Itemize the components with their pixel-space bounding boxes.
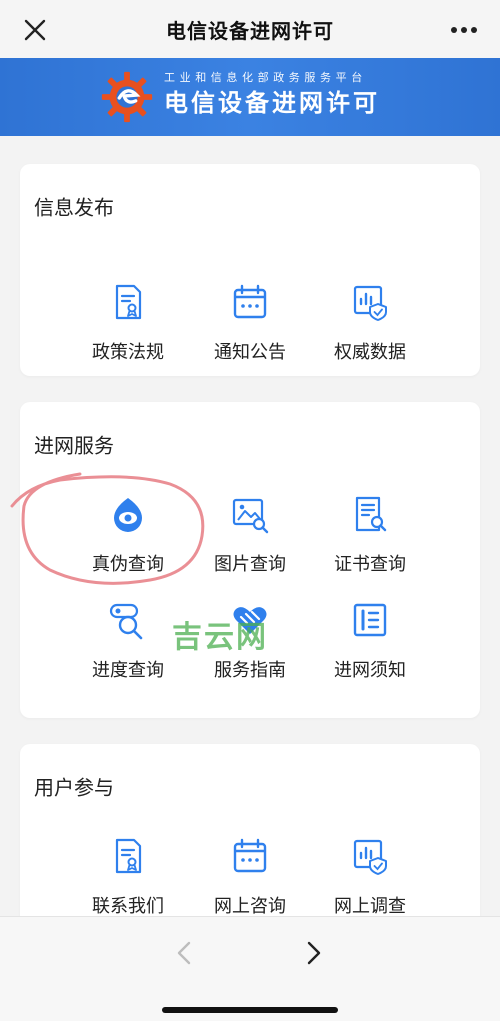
bottom-nav-bar — [0, 916, 500, 1021]
forward-button[interactable] — [296, 935, 332, 971]
calendar-icon — [233, 284, 267, 319]
calendar-icon — [233, 838, 267, 873]
eye-drop-icon — [114, 498, 142, 532]
grid-item-progress[interactable]: 进度查询 — [68, 600, 188, 682]
grid-item-authenticity[interactable]: 真伪查询 — [68, 494, 188, 576]
image-search-icon — [232, 498, 269, 534]
grid-item-label: 服务指南 — [214, 660, 286, 681]
grid-item-consult[interactable]: 网上咨询 — [190, 836, 310, 916]
policy-document-icon — [115, 838, 142, 874]
header-banner: 工业和信息化部政务服务平台 电信设备进网许可 — [0, 58, 500, 136]
grid-item-policy[interactable]: 政策法规 — [68, 282, 188, 364]
section-title: 进网服务 — [34, 433, 114, 458]
banner-title: 电信设备进网许可 — [164, 89, 380, 117]
section-network-service: 进网服务 真伪查询 图片查询 证书查询 进度查询 服务指南 进网须知 — [20, 402, 480, 718]
grid-item-data[interactable]: 权威数据 — [310, 282, 430, 364]
more-options-button[interactable] — [444, 13, 484, 47]
chevron-right-icon — [307, 941, 321, 965]
policy-document-icon — [115, 284, 142, 320]
grid-item-label: 网上调查 — [334, 896, 406, 916]
section-info-release: 信息发布 政策法规 通知公告 权威数据 — [20, 164, 480, 376]
chevron-left-icon — [177, 941, 191, 965]
section-user-participation: 用户参与 联系我们 网上咨询 网上调查 — [20, 744, 480, 916]
grid-item-label: 进度查询 — [92, 660, 164, 681]
grid-item-label: 图片查询 — [214, 554, 286, 575]
back-button[interactable] — [166, 935, 202, 971]
home-indicator[interactable] — [162, 1007, 338, 1013]
data-shield-icon — [353, 285, 387, 321]
grid-item-label: 权威数据 — [334, 342, 406, 363]
section-title: 用户参与 — [34, 775, 114, 800]
heart-hands-icon — [233, 607, 267, 634]
grid-item-label: 网上咨询 — [214, 896, 286, 916]
grid-item-label: 进网须知 — [334, 660, 406, 681]
main-content[interactable]: 信息发布 政策法规 通知公告 权威数据 进网服务 真伪查询 图片查询 证书查询 … — [0, 136, 500, 916]
grid-item-label: 证书查询 — [334, 554, 406, 575]
notice-list-icon — [353, 603, 387, 637]
grid-item-label: 联系我们 — [92, 896, 164, 916]
grid-item-label: 政策法规 — [92, 342, 164, 363]
grid-item-label: 通知公告 — [214, 342, 286, 363]
close-button[interactable] — [18, 13, 52, 47]
grid-item-contact[interactable]: 联系我们 — [68, 836, 188, 916]
close-icon — [24, 19, 46, 41]
more-icon — [451, 27, 477, 33]
grid-item-certificate[interactable]: 证书查询 — [310, 494, 430, 576]
grid-item-image-search[interactable]: 图片查询 — [190, 494, 310, 576]
section-title: 信息发布 — [34, 195, 114, 220]
data-shield-icon — [353, 839, 387, 875]
banner-subtitle: 工业和信息化部政务服务平台 — [164, 71, 367, 84]
grid-item-guide[interactable]: 服务指南 — [190, 600, 310, 682]
grid-item-notice-list[interactable]: 进网须知 — [310, 600, 430, 682]
title-bar: 电信设备进网许可 — [0, 0, 500, 58]
grid-item-survey[interactable]: 网上调查 — [310, 836, 430, 916]
ministry-logo-icon — [101, 71, 153, 123]
grid-item-label: 真伪查询 — [92, 554, 164, 575]
page-title: 电信设备进网许可 — [166, 18, 334, 43]
certificate-search-icon — [355, 496, 387, 532]
grid-item-notice[interactable]: 通知公告 — [190, 282, 310, 364]
progress-search-icon — [109, 603, 143, 640]
